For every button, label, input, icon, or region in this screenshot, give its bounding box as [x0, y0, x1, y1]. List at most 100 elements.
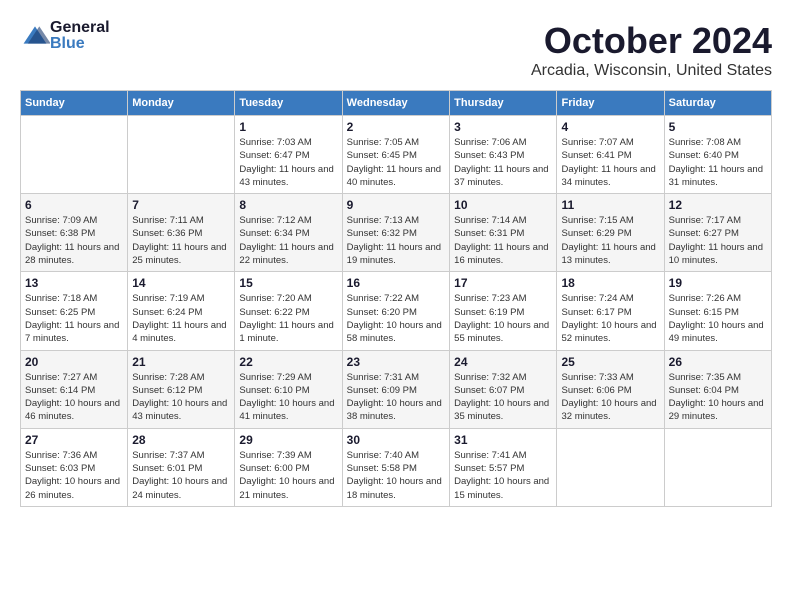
day-info: Sunrise: 7:13 AM Sunset: 6:32 PM Dayligh… [347, 214, 445, 267]
calendar-week-4: 27 Sunrise: 7:36 AM Sunset: 6:03 PM Dayli… [21, 428, 772, 506]
calendar-cell: 13 Sunrise: 7:18 AM Sunset: 6:25 PM Dayli… [21, 272, 128, 350]
day-info: Sunrise: 7:11 AM Sunset: 6:36 PM Dayligh… [132, 214, 230, 267]
day-number: 27 [25, 433, 123, 447]
calendar-cell: 7 Sunrise: 7:11 AM Sunset: 6:36 PM Daylig… [128, 194, 235, 272]
header-monday: Monday [128, 91, 235, 116]
calendar-cell [664, 428, 771, 506]
header-sunday: Sunday [21, 91, 128, 116]
calendar-cell: 6Sunrise: 7:09 AM Sunset: 6:38 PM Daylig… [21, 194, 128, 272]
calendar-cell: 31 Sunrise: 7:41 AM Sunset: 5:57 PM Dayli… [450, 428, 557, 506]
calendar-cell: 16 Sunrise: 7:22 AM Sunset: 6:20 PM Dayli… [342, 272, 449, 350]
day-number: 16 [347, 276, 445, 290]
day-info: Sunrise: 7:17 AM Sunset: 6:27 PM Dayligh… [669, 214, 767, 267]
calendar-cell: 26 Sunrise: 7:35 AM Sunset: 6:04 PM Dayli… [664, 350, 771, 428]
day-number: 9 [347, 198, 445, 212]
header: General Blue October 2024 Arcadia, Wisco… [20, 20, 772, 80]
calendar-cell: 27 Sunrise: 7:36 AM Sunset: 6:03 PM Dayli… [21, 428, 128, 506]
calendar-cell: 29 Sunrise: 7:39 AM Sunset: 6:00 PM Dayli… [235, 428, 342, 506]
day-number: 17 [454, 276, 552, 290]
day-number: 10 [454, 198, 552, 212]
day-info: Sunrise: 7:28 AM Sunset: 6:12 PM Dayligh… [132, 371, 230, 424]
day-number: 8 [239, 198, 337, 212]
calendar-week-1: 6Sunrise: 7:09 AM Sunset: 6:38 PM Daylig… [21, 194, 772, 272]
day-number: 1 [239, 120, 337, 134]
day-number: 2 [347, 120, 445, 134]
calendar-cell: 21 Sunrise: 7:28 AM Sunset: 6:12 PM Dayli… [128, 350, 235, 428]
logo: General Blue [20, 20, 110, 52]
day-info: Sunrise: 7:26 AM Sunset: 6:15 PM Dayligh… [669, 292, 767, 345]
logo-general: General [50, 20, 110, 36]
day-info: Sunrise: 7:05 AM Sunset: 6:45 PM Dayligh… [347, 136, 445, 189]
day-info: Sunrise: 7:37 AM Sunset: 6:01 PM Dayligh… [132, 449, 230, 502]
calendar-cell: 8 Sunrise: 7:12 AM Sunset: 6:34 PM Daylig… [235, 194, 342, 272]
day-number: 3 [454, 120, 552, 134]
calendar-cell: 10Sunrise: 7:14 AM Sunset: 6:31 PM Dayli… [450, 194, 557, 272]
calendar-week-0: 1 Sunrise: 7:03 AM Sunset: 6:47 PM Daylig… [21, 116, 772, 194]
calendar-cell: 24Sunrise: 7:32 AM Sunset: 6:07 PM Dayli… [450, 350, 557, 428]
calendar-cell: 30Sunrise: 7:40 AM Sunset: 5:58 PM Dayli… [342, 428, 449, 506]
day-number: 21 [132, 355, 230, 369]
day-info: Sunrise: 7:27 AM Sunset: 6:14 PM Dayligh… [25, 371, 123, 424]
day-info: Sunrise: 7:07 AM Sunset: 6:41 PM Dayligh… [561, 136, 659, 189]
day-number: 20 [25, 355, 123, 369]
day-info: Sunrise: 7:08 AM Sunset: 6:40 PM Dayligh… [669, 136, 767, 189]
day-info: Sunrise: 7:31 AM Sunset: 6:09 PM Dayligh… [347, 371, 445, 424]
day-info: Sunrise: 7:36 AM Sunset: 6:03 PM Dayligh… [25, 449, 123, 502]
day-number: 19 [669, 276, 767, 290]
header-thursday: Thursday [450, 91, 557, 116]
calendar-week-2: 13 Sunrise: 7:18 AM Sunset: 6:25 PM Dayli… [21, 272, 772, 350]
logo-icon [20, 25, 50, 45]
calendar-cell: 25Sunrise: 7:33 AM Sunset: 6:06 PM Dayli… [557, 350, 664, 428]
calendar-cell: 15Sunrise: 7:20 AM Sunset: 6:22 PM Dayli… [235, 272, 342, 350]
calendar-cell: 18 Sunrise: 7:24 AM Sunset: 6:17 PM Dayli… [557, 272, 664, 350]
day-info: Sunrise: 7:23 AM Sunset: 6:19 PM Dayligh… [454, 292, 552, 345]
day-info: Sunrise: 7:19 AM Sunset: 6:24 PM Dayligh… [132, 292, 230, 345]
day-number: 22 [239, 355, 337, 369]
day-number: 18 [561, 276, 659, 290]
month-title: October 2024 [531, 20, 772, 62]
calendar-cell: 1 Sunrise: 7:03 AM Sunset: 6:47 PM Daylig… [235, 116, 342, 194]
calendar-cell: 14Sunrise: 7:19 AM Sunset: 6:24 PM Dayli… [128, 272, 235, 350]
calendar-cell: 12 Sunrise: 7:17 AM Sunset: 6:27 PM Dayli… [664, 194, 771, 272]
day-info: Sunrise: 7:24 AM Sunset: 6:17 PM Dayligh… [561, 292, 659, 345]
day-number: 30 [347, 433, 445, 447]
header-wednesday: Wednesday [342, 91, 449, 116]
calendar-cell: 17 Sunrise: 7:23 AM Sunset: 6:19 PM Dayli… [450, 272, 557, 350]
day-info: Sunrise: 7:03 AM Sunset: 6:47 PM Dayligh… [239, 136, 337, 189]
day-info: Sunrise: 7:18 AM Sunset: 6:25 PM Dayligh… [25, 292, 123, 345]
calendar-cell: 22 Sunrise: 7:29 AM Sunset: 6:10 PM Dayli… [235, 350, 342, 428]
day-number: 11 [561, 198, 659, 212]
day-info: Sunrise: 7:29 AM Sunset: 6:10 PM Dayligh… [239, 371, 337, 424]
day-info: Sunrise: 7:35 AM Sunset: 6:04 PM Dayligh… [669, 371, 767, 424]
calendar-cell: 5Sunrise: 7:08 AM Sunset: 6:40 PM Daylig… [664, 116, 771, 194]
calendar-cell [557, 428, 664, 506]
day-number: 4 [561, 120, 659, 134]
day-info: Sunrise: 7:41 AM Sunset: 5:57 PM Dayligh… [454, 449, 552, 502]
location-title: Arcadia, Wisconsin, United States [531, 62, 772, 80]
calendar-cell [128, 116, 235, 194]
calendar-cell: 11 Sunrise: 7:15 AM Sunset: 6:29 PM Dayli… [557, 194, 664, 272]
calendar-cell: 4 Sunrise: 7:07 AM Sunset: 6:41 PM Daylig… [557, 116, 664, 194]
day-info: Sunrise: 7:39 AM Sunset: 6:00 PM Dayligh… [239, 449, 337, 502]
day-number: 26 [669, 355, 767, 369]
calendar-cell: 3 Sunrise: 7:06 AM Sunset: 6:43 PM Daylig… [450, 116, 557, 194]
day-number: 15 [239, 276, 337, 290]
calendar: Sunday Monday Tuesday Wednesday Thursday… [20, 90, 772, 507]
day-number: 31 [454, 433, 552, 447]
header-tuesday: Tuesday [235, 91, 342, 116]
calendar-cell: 9 Sunrise: 7:13 AM Sunset: 6:32 PM Daylig… [342, 194, 449, 272]
day-info: Sunrise: 7:22 AM Sunset: 6:20 PM Dayligh… [347, 292, 445, 345]
calendar-cell: 20 Sunrise: 7:27 AM Sunset: 6:14 PM Dayli… [21, 350, 128, 428]
day-info: Sunrise: 7:06 AM Sunset: 6:43 PM Dayligh… [454, 136, 552, 189]
day-info: Sunrise: 7:09 AM Sunset: 6:38 PM Dayligh… [25, 214, 123, 267]
day-number: 7 [132, 198, 230, 212]
day-number: 13 [25, 276, 123, 290]
day-info: Sunrise: 7:12 AM Sunset: 6:34 PM Dayligh… [239, 214, 337, 267]
day-number: 29 [239, 433, 337, 447]
calendar-cell [21, 116, 128, 194]
calendar-cell: 2 Sunrise: 7:05 AM Sunset: 6:45 PM Daylig… [342, 116, 449, 194]
day-info: Sunrise: 7:15 AM Sunset: 6:29 PM Dayligh… [561, 214, 659, 267]
day-number: 23 [347, 355, 445, 369]
calendar-cell: 23 Sunrise: 7:31 AM Sunset: 6:09 PM Dayli… [342, 350, 449, 428]
day-number: 12 [669, 198, 767, 212]
